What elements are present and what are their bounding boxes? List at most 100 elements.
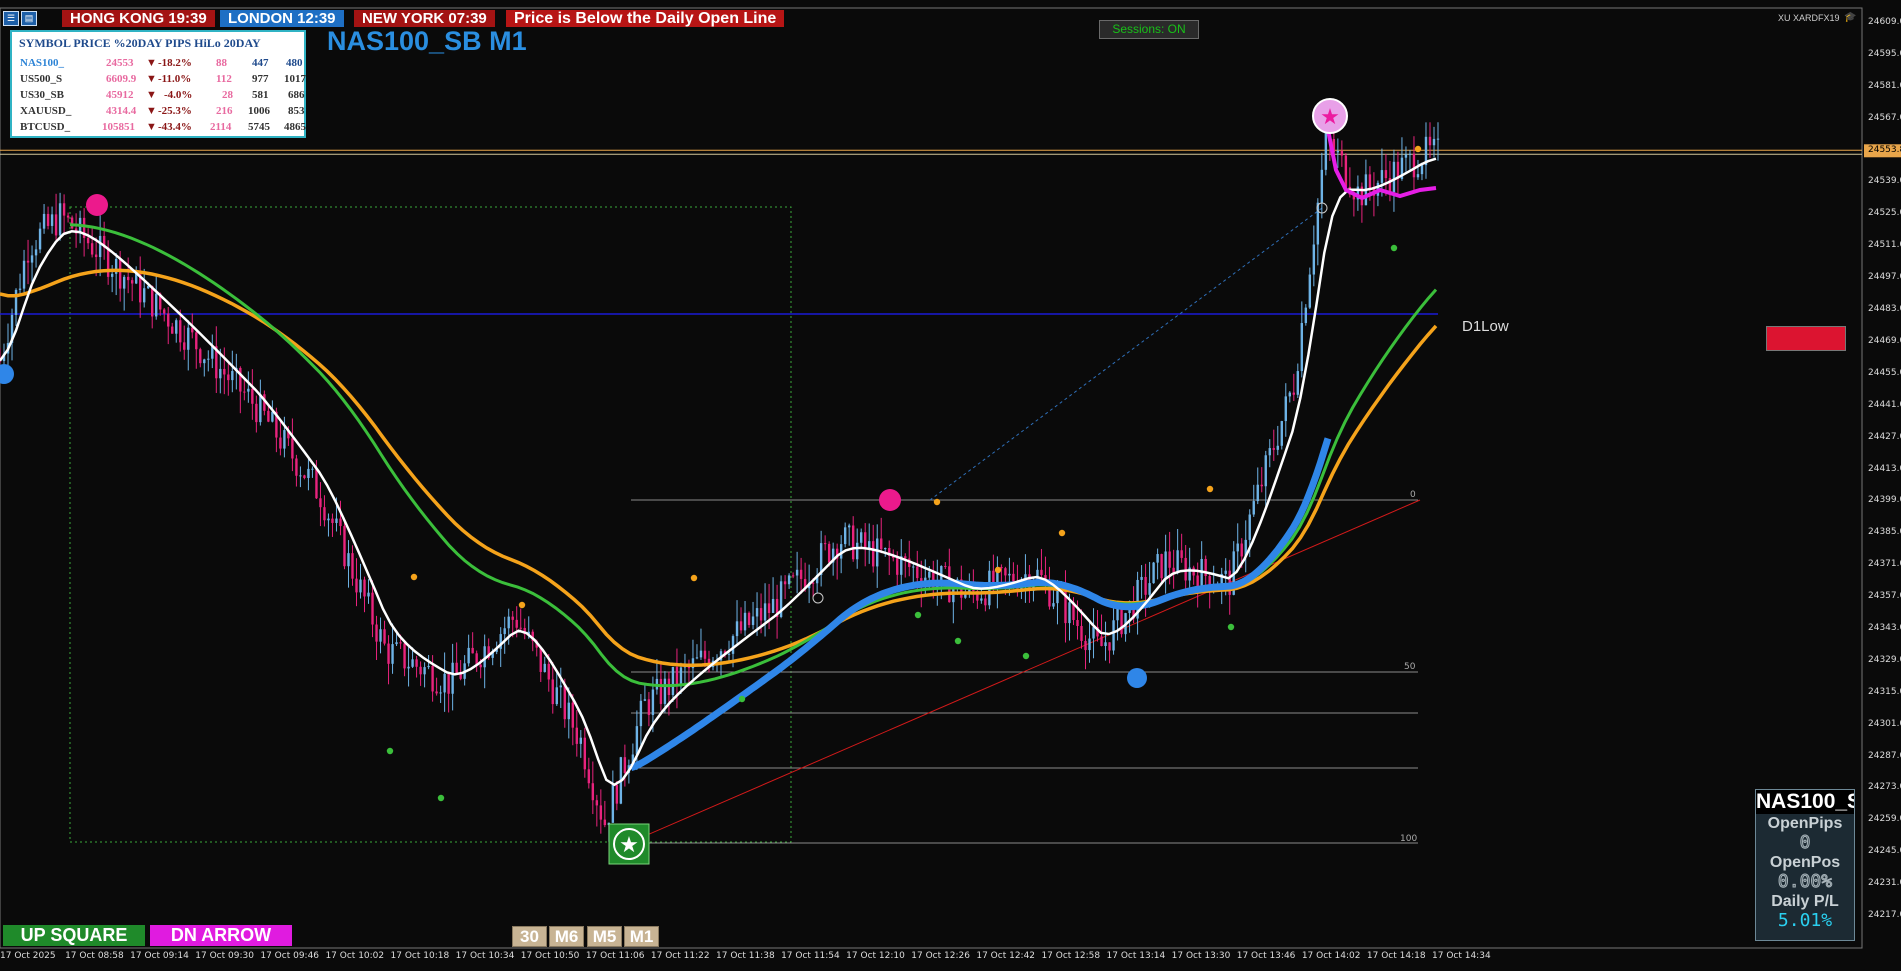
up-square-button[interactable]: UP SQUARE — [3, 925, 145, 946]
candle-body — [787, 575, 791, 585]
fractal-dot — [1058, 529, 1066, 537]
candle-body — [651, 689, 655, 716]
candle-body — [307, 468, 310, 479]
candle-body — [167, 313, 170, 327]
candle-body — [239, 367, 242, 392]
candle-body — [599, 805, 603, 820]
candle-body — [571, 702, 574, 728]
candle-body — [928, 571, 931, 578]
candle-body — [22, 260, 26, 289]
down-arrow-icon: ▼ — [146, 57, 157, 69]
chart-frame — [0, 7, 1863, 949]
price-axis-label: 24511.0 — [1868, 240, 1901, 251]
time-axis-label: 17 Oct 09:46 — [260, 951, 320, 961]
candle-body — [767, 603, 771, 613]
candle-body — [1256, 484, 1259, 502]
candle-body — [14, 289, 18, 315]
star-glyph-icon: ★ — [619, 832, 639, 857]
candle-body — [283, 430, 286, 449]
time-axis-label: 17 Oct 12:58 — [1041, 951, 1101, 961]
fractal-dot — [914, 611, 922, 619]
candle-body — [1284, 396, 1287, 422]
sessions-toggle-button[interactable]: Sessions: ON — [1099, 20, 1199, 39]
candle-body — [1312, 244, 1316, 275]
candle-body — [827, 543, 831, 563]
broker-label: XU XARDFX19 — [1778, 13, 1840, 23]
candle-body — [455, 662, 458, 674]
symbol-cell: US500_S — [20, 73, 63, 85]
candle-body — [551, 679, 554, 705]
price-cell: 24553 — [106, 57, 134, 69]
candle-body — [1120, 607, 1123, 635]
candle-body — [1436, 138, 1440, 140]
timeframe-m6-button[interactable]: M6 — [549, 926, 584, 947]
chart-type-icon[interactable]: ▤ — [21, 11, 37, 26]
candle-body — [335, 518, 338, 523]
buy-signal-icon — [0, 364, 14, 384]
candle-body — [395, 642, 398, 645]
candle-body — [387, 643, 390, 664]
symbol-table-header: SYMBOL PRICE %20DAY PIPS HiLo 20DAY — [19, 36, 261, 50]
candle-body — [38, 228, 42, 250]
timeframe-30-button[interactable]: 30 — [512, 926, 547, 947]
candle-body — [279, 437, 282, 449]
candle-body — [1080, 626, 1083, 641]
candle-body — [751, 616, 755, 625]
candle-body — [747, 612, 751, 625]
candle-body — [727, 653, 731, 655]
price-axis-label: 24567.0 — [1868, 112, 1901, 123]
account-info-panel: NAS100_S OpenPips 0 OpenPos 0.00% Daily … — [1755, 789, 1855, 941]
candle-body — [90, 243, 94, 255]
table-row: US500_S 6609.9 ▼ -11.0% 112 977 1017 — [18, 72, 306, 86]
candle-body — [795, 569, 799, 576]
pips-cell: 216 — [216, 105, 233, 117]
price-chart[interactable]: 0 50 100 ★ ★ — [0, 0, 1901, 971]
price-axis-label: 24483.0 — [1868, 304, 1901, 315]
price-cell: 45912 — [106, 89, 134, 101]
candle-body — [543, 663, 546, 672]
candle-body — [1008, 573, 1011, 576]
candle-body — [447, 673, 450, 694]
symbol-cell: BTCUSD_ — [20, 121, 71, 133]
candle-body — [1340, 150, 1344, 156]
price-axis-label: 24329.0 — [1868, 654, 1901, 665]
price-axis-label: 24245.0 — [1868, 846, 1901, 857]
fractal-dot — [1414, 145, 1422, 153]
candle-body — [635, 726, 639, 755]
candle-body — [896, 557, 899, 575]
fib-level-label: 0 — [1410, 490, 1416, 500]
sell-order-box[interactable] — [1766, 326, 1846, 351]
candle-body — [34, 249, 38, 256]
candle-body — [26, 260, 30, 263]
dn-arrow-button[interactable]: DN ARROW — [150, 925, 292, 946]
candle-body — [507, 616, 510, 629]
candle-body — [343, 526, 346, 567]
timeframe-m5-button[interactable]: M5 — [587, 926, 622, 947]
candle-body — [1040, 569, 1043, 576]
fractal-dot — [954, 637, 962, 645]
grid-menu-icon[interactable]: ☰ — [3, 11, 19, 26]
candle-body — [1420, 165, 1424, 175]
table-row: XAUUSD_ 4314.4 ▼ -25.3% 216 1006 853 — [18, 104, 305, 118]
candle-body — [675, 666, 679, 687]
candle-body — [195, 332, 198, 350]
candle-body — [163, 309, 166, 314]
time-axis-label: 17 Oct 10:50 — [520, 951, 580, 961]
candle-body — [375, 624, 378, 642]
candle-body — [1260, 484, 1263, 487]
candle-body — [255, 403, 258, 423]
candle-body — [471, 647, 474, 654]
candle-body — [1344, 155, 1348, 187]
timeframe-m1-button[interactable]: M1 — [624, 926, 659, 947]
candle-body — [1152, 562, 1155, 584]
candle-body — [54, 214, 58, 236]
candle-body — [431, 665, 434, 692]
candle-body — [1160, 554, 1163, 579]
candle-body — [1172, 567, 1175, 573]
candle-body — [331, 518, 334, 523]
candle-body — [1296, 371, 1300, 395]
symbol-cell: US30_SB — [20, 89, 65, 101]
price-axis-label: 24217.0 — [1868, 910, 1901, 920]
price-axis-label: 24273.0 — [1868, 782, 1901, 793]
price-axis-label: 24497.0 — [1868, 272, 1901, 283]
